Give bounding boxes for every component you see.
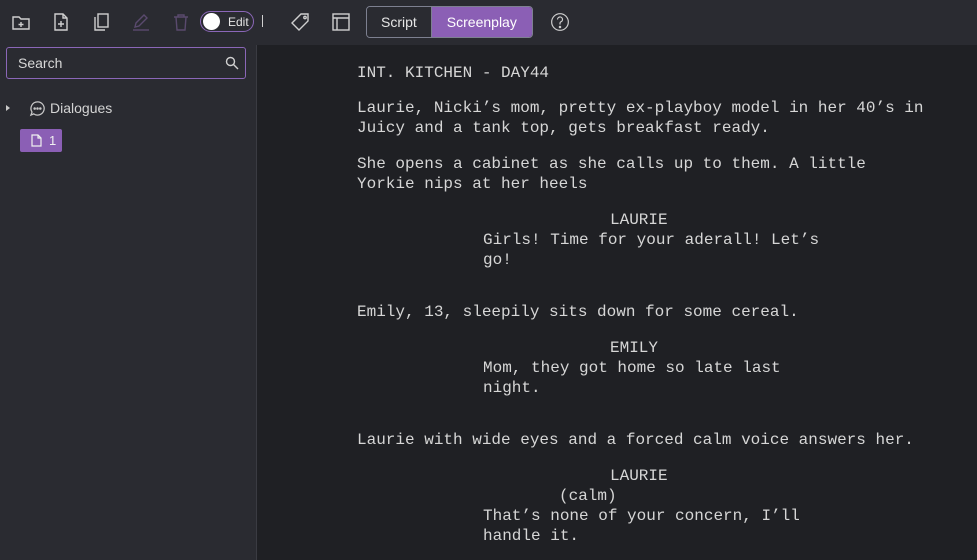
action-line: She opens a cabinet as she calls up to t… <box>357 155 866 173</box>
dialogue-line: night. <box>483 379 541 397</box>
help-icon[interactable] <box>548 10 572 34</box>
view-switcher: Script Screenplay <box>366 6 533 38</box>
action-line: Juicy and a tank top, gets breakfast rea… <box>357 119 770 137</box>
dialogue-line: That’s none of your concern, I’ll <box>483 507 800 525</box>
tab-screenplay[interactable]: Screenplay <box>431 7 532 37</box>
script-editor[interactable]: INT. KITCHEN - DAY44 Laurie, Nicki’s mom… <box>257 45 977 560</box>
search-icon[interactable] <box>225 56 239 70</box>
new-file-icon[interactable] <box>49 10 73 34</box>
edit-toggle[interactable]: Edit <box>200 11 254 32</box>
trash-icon[interactable] <box>169 10 193 34</box>
action-line: Emily, 13, sleepily sits down for some c… <box>357 303 799 321</box>
edit-toggle-label: Edit <box>228 14 249 29</box>
layout-icon[interactable] <box>329 10 353 34</box>
dialogue-line: go! <box>483 251 512 269</box>
parenthetical: (calm) <box>559 487 617 505</box>
dialogue-line: Girls! Time for your aderall! Let’s <box>483 231 820 249</box>
character-name: LAURIE <box>610 467 668 485</box>
tree-item-label: 1 <box>49 133 57 148</box>
character-name: EMILY <box>610 339 659 357</box>
action-line: Yorkie nips at her heels <box>357 175 588 193</box>
dialogue-line: Mom, they got home so late last <box>483 359 781 377</box>
tree-folder-dialogues[interactable]: Dialogues <box>0 97 112 119</box>
dialogue-line: handle it. <box>483 527 580 545</box>
toolbar: Edit Script Screenplay <box>0 0 977 45</box>
search-input[interactable] <box>7 48 217 78</box>
copy-icon[interactable] <box>89 10 113 34</box>
tree-item-selected[interactable]: 1 <box>20 129 62 152</box>
scene-heading: INT. KITCHEN - DAY44 <box>357 64 550 82</box>
toggle-knob <box>203 13 220 30</box>
text-caret <box>262 15 263 27</box>
tag-icon[interactable] <box>289 10 313 34</box>
app-window: Edit Script Screenplay Dialogues <box>0 0 977 560</box>
tree-folder-label: Dialogues <box>50 100 113 116</box>
sidebar: Dialogues 1 <box>0 45 256 560</box>
tab-script[interactable]: Script <box>367 7 432 37</box>
chat-bubble-icon <box>29 100 45 116</box>
edit-pencil-icon[interactable] <box>129 10 153 34</box>
new-folder-icon[interactable] <box>9 10 33 34</box>
character-name: LAURIE <box>610 211 668 229</box>
action-line: Laurie, Nicki’s mom, pretty ex-playboy m… <box>357 99 924 117</box>
action-line: Laurie with wide eyes and a forced calm … <box>357 431 914 449</box>
search-box <box>6 47 246 79</box>
document-icon <box>31 134 42 147</box>
chevron-right-icon[interactable] <box>5 104 11 112</box>
